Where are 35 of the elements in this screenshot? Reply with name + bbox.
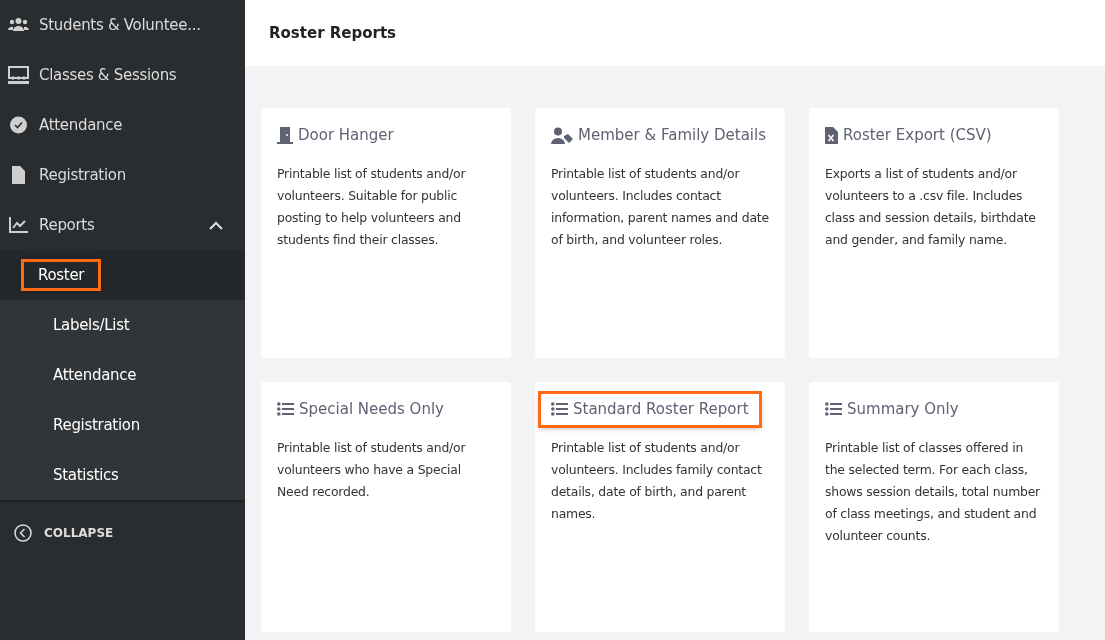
sidebar-item[interactable]: Registration: [0, 150, 245, 200]
door-icon: [277, 126, 293, 144]
report-link[interactable]: Door Hanger: [277, 124, 394, 147]
report-description: Printable list of students and/or volunteers. Includes contact information, parent names and date of birth, and volunteer roles.: [551, 164, 769, 249]
classroom-icon: [8, 66, 29, 84]
people-icon: [8, 16, 29, 34]
report-link[interactable]: Roster Export (CSV): [825, 124, 992, 147]
report-description: Printable list of classes offered in the selected term. For each class, shows session details, total number of class meetings, and student and volunteer counts.: [825, 438, 1041, 545]
collapse-button[interactable]: COLLAPSE: [0, 502, 128, 564]
file-excel-icon: [825, 126, 838, 144]
report-description: Printable list of students and/or volunteers. Suitable for public posting to help volunteers and students find their classes.: [277, 164, 467, 249]
report-link[interactable]: Summary Only: [825, 398, 959, 421]
check-circle-icon: [8, 116, 29, 134]
report-link[interactable]: Special Needs Only: [277, 398, 444, 421]
sidebar-item[interactable]: Attendance: [0, 100, 245, 150]
report-description: Printable list of students and/or volunteers. Includes family contact details, date of birth, and parent names.: [551, 438, 763, 523]
submenu-item[interactable]: Roster: [24, 261, 99, 289]
list-icon: [551, 402, 568, 417]
list-icon: [825, 402, 842, 417]
report-link[interactable]: Standard Roster Report: [541, 394, 759, 425]
sidebar-item[interactable]: Reports: [0, 200, 245, 250]
report-description: Printable list of students and/or volunteers who have a Special Need recorded.: [277, 438, 467, 501]
sidebar-item[interactable]: Classes & Sessions: [0, 50, 245, 100]
submenu-item[interactable]: Labels/List: [39, 311, 144, 339]
submenu-item[interactable]: Statistics: [39, 461, 133, 489]
user-tag-icon: [551, 126, 573, 144]
report-link[interactable]: Member & Family Details: [551, 124, 766, 147]
chevron-circle-icon: [14, 524, 32, 542]
line-chart-icon: [8, 216, 29, 234]
page-title: Roster Reports: [245, 0, 1105, 66]
sidebar-item[interactable]: Students & Voluntee...: [0, 0, 245, 50]
list-icon: [277, 402, 294, 417]
submenu-item[interactable]: Registration: [39, 411, 154, 439]
submenu-item[interactable]: Attendance: [39, 361, 151, 389]
report-description: Exports a list of students and/or volunteers to a .csv file. Includes class and session details, birthdate and gender, and family name.: [825, 164, 1037, 249]
